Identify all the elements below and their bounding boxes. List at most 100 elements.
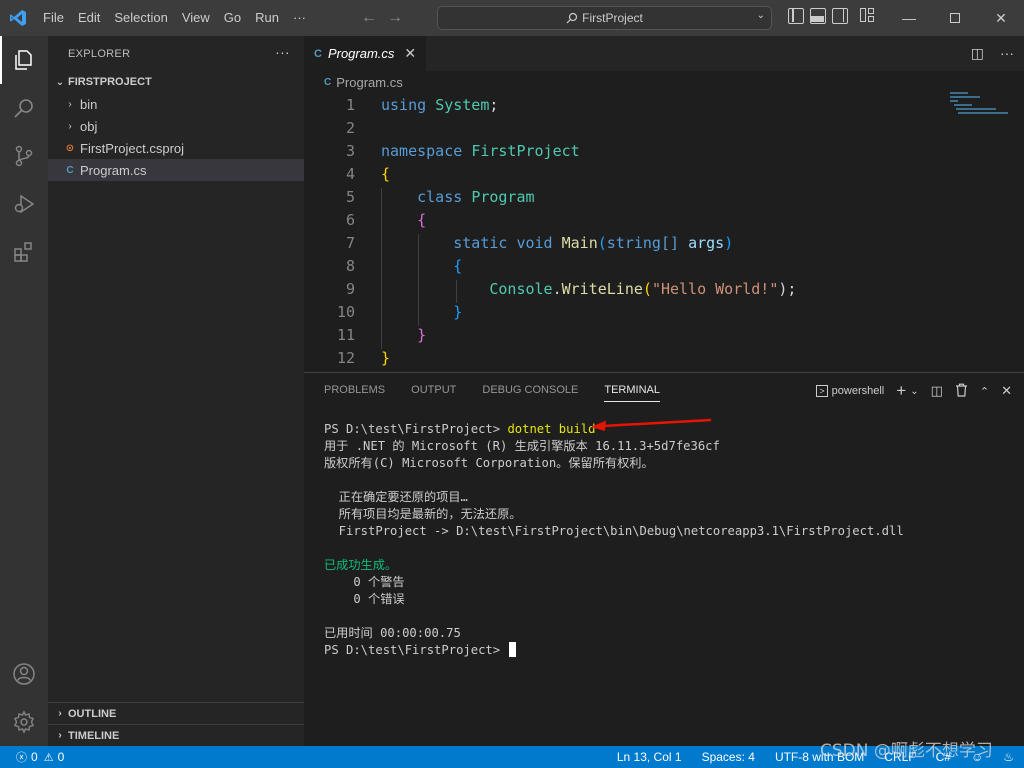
terminal-output[interactable]: PS D:\test\FirstProject> dotnet build 用于…: [324, 421, 904, 659]
minimize-icon[interactable]: —: [886, 0, 932, 36]
search-icon[interactable]: [0, 84, 48, 132]
code-token: Main: [561, 233, 598, 252]
trash-icon[interactable]: [955, 383, 968, 400]
extensions-icon[interactable]: [0, 228, 48, 276]
panel-tabs: PROBLEMS OUTPUT DEBUG CONSOLE TERMINAL >…: [304, 373, 1024, 407]
tree-item-label: FirstProject.csproj: [80, 140, 185, 156]
chevron-right-icon: ›: [68, 120, 72, 132]
close-icon[interactable]: ✕: [978, 0, 1024, 36]
tab-problems[interactable]: PROBLEMS: [324, 373, 385, 407]
chevron-right-icon: ›: [58, 730, 62, 741]
line-number: 9: [345, 279, 355, 298]
shell-name: powershell: [831, 385, 885, 397]
terminal-line: 用于 .NET 的 Microsoft (R) 生成引擎版本 16.11.3+5…: [324, 439, 720, 453]
breadcrumb-file[interactable]: Program.cs: [336, 75, 402, 90]
bell-icon[interactable]: ♨: [1003, 750, 1014, 764]
code-token: {: [417, 210, 427, 229]
timeline-section-header[interactable]: › TIMELINE: [48, 724, 304, 746]
line-number: 12: [336, 348, 355, 367]
problems-status[interactable]: ⓧ 0 ⚠ 0: [0, 749, 64, 765]
code-line: 1 using System;: [304, 93, 1024, 116]
code-token: ;: [489, 95, 499, 114]
errors-line: 0 个错误: [324, 592, 405, 606]
maximize-icon[interactable]: [932, 0, 978, 36]
menu-bar: File Edit Selection View Go Run ···: [36, 0, 313, 36]
tree-item-bin[interactable]: › bin: [48, 93, 304, 115]
line-content: {: [381, 256, 462, 280]
elapsed-line: 已用时间 00:00:00.75: [324, 626, 461, 640]
toggle-panel-icon[interactable]: [810, 8, 826, 24]
chevron-down-icon[interactable]: ⌄: [757, 10, 765, 21]
code-editor[interactable]: 1 using System; 2 3 namespace FirstProje…: [304, 93, 1024, 369]
run-debug-icon[interactable]: [0, 180, 48, 228]
customize-layout-icon[interactable]: [860, 8, 876, 24]
explorer-sidebar: EXPLORER ··· ⌄ FIRSTPROJECT › bin › obj …: [48, 36, 304, 746]
close-tab-icon[interactable]: ✕: [404, 45, 416, 62]
tree-item-program-cs[interactable]: C Program.cs: [48, 159, 304, 181]
explorer-icon[interactable]: [0, 36, 48, 84]
close-panel-icon[interactable]: ✕: [1001, 383, 1012, 399]
terminal-line: 所有项目均是最新的，无法还原。: [324, 507, 522, 521]
menu-selection[interactable]: Selection: [107, 0, 174, 36]
forward-arrow-icon[interactable]: →: [387, 9, 403, 27]
split-terminal-icon[interactable]: ◫: [931, 383, 943, 399]
code-line: 7 static void Main(string[] args): [304, 231, 1024, 257]
command-center-label: FirstProject: [582, 11, 643, 25]
code-token: .: [552, 279, 562, 298]
menu-go[interactable]: Go: [217, 0, 248, 36]
split-editor-icon[interactable]: ◫: [971, 45, 984, 62]
menu-file[interactable]: File: [36, 0, 71, 36]
sidebar-bottom-sections: › OUTLINE › TIMELINE: [48, 702, 304, 746]
tab-terminal[interactable]: TERMINAL: [604, 373, 660, 407]
code-token: void: [516, 233, 553, 252]
menu-run[interactable]: Run: [248, 0, 286, 36]
code-token: FirstProject: [471, 141, 580, 160]
tree-item-csproj[interactable]: ⊙ FirstProject.csproj: [48, 137, 304, 159]
code-token: "Hello World!": [651, 279, 779, 298]
back-arrow-icon[interactable]: ←: [361, 9, 377, 27]
source-control-icon[interactable]: [0, 132, 48, 180]
tab-output[interactable]: OUTPUT: [411, 373, 456, 407]
line-content: }: [381, 349, 390, 367]
maximize-panel-icon[interactable]: ⌃: [980, 385, 989, 398]
gear-icon[interactable]: [0, 698, 48, 746]
code-line: 12 }: [304, 346, 1024, 369]
more-actions-icon[interactable]: ···: [1000, 45, 1014, 62]
more-actions-icon[interactable]: ···: [275, 44, 290, 60]
line-number: 4: [345, 164, 355, 183]
menu-edit[interactable]: Edit: [71, 0, 107, 36]
outline-section-header[interactable]: › OUTLINE: [48, 702, 304, 724]
code-line: 8 {: [304, 254, 1024, 280]
new-terminal-icon[interactable]: +: [896, 381, 906, 401]
shell-selector[interactable]: > powershell: [816, 385, 884, 397]
toggle-secondary-sidebar-icon[interactable]: [832, 8, 848, 24]
minimap[interactable]: [950, 92, 1010, 142]
outline-label: OUTLINE: [68, 707, 117, 720]
tab-debug-console[interactable]: DEBUG CONSOLE: [482, 373, 578, 407]
accounts-icon[interactable]: [0, 650, 48, 698]
tree-item-obj[interactable]: › obj: [48, 115, 304, 137]
line-content: }: [381, 325, 426, 349]
code-token: System: [435, 95, 490, 114]
command-center[interactable]: FirstProject ⌄: [437, 6, 772, 30]
code-line: 10 }: [304, 300, 1024, 326]
timeline-label: TIMELINE: [68, 729, 120, 742]
chevron-down-icon[interactable]: ⌄: [910, 386, 918, 397]
code-token: (: [597, 233, 607, 252]
line-number: 5: [345, 187, 355, 206]
code-line: 5 class Program: [304, 185, 1024, 211]
menu-more[interactable]: ···: [286, 0, 313, 36]
code-line: 2: [304, 116, 1024, 139]
tab-program-cs[interactable]: C Program.cs ✕: [304, 36, 427, 71]
indentation[interactable]: Spaces: 4: [702, 750, 755, 764]
window-controls: — ✕: [886, 0, 1024, 36]
line-content: static void Main(string[] args): [381, 233, 733, 257]
code-token: args: [688, 233, 725, 252]
project-section-header[interactable]: ⌄ FIRSTPROJECT: [48, 71, 304, 93]
toggle-sidebar-icon[interactable]: [788, 8, 804, 24]
menu-view[interactable]: View: [175, 0, 217, 36]
code-line: 4 {: [304, 162, 1024, 185]
cursor-position[interactable]: Ln 13, Col 1: [617, 750, 682, 764]
